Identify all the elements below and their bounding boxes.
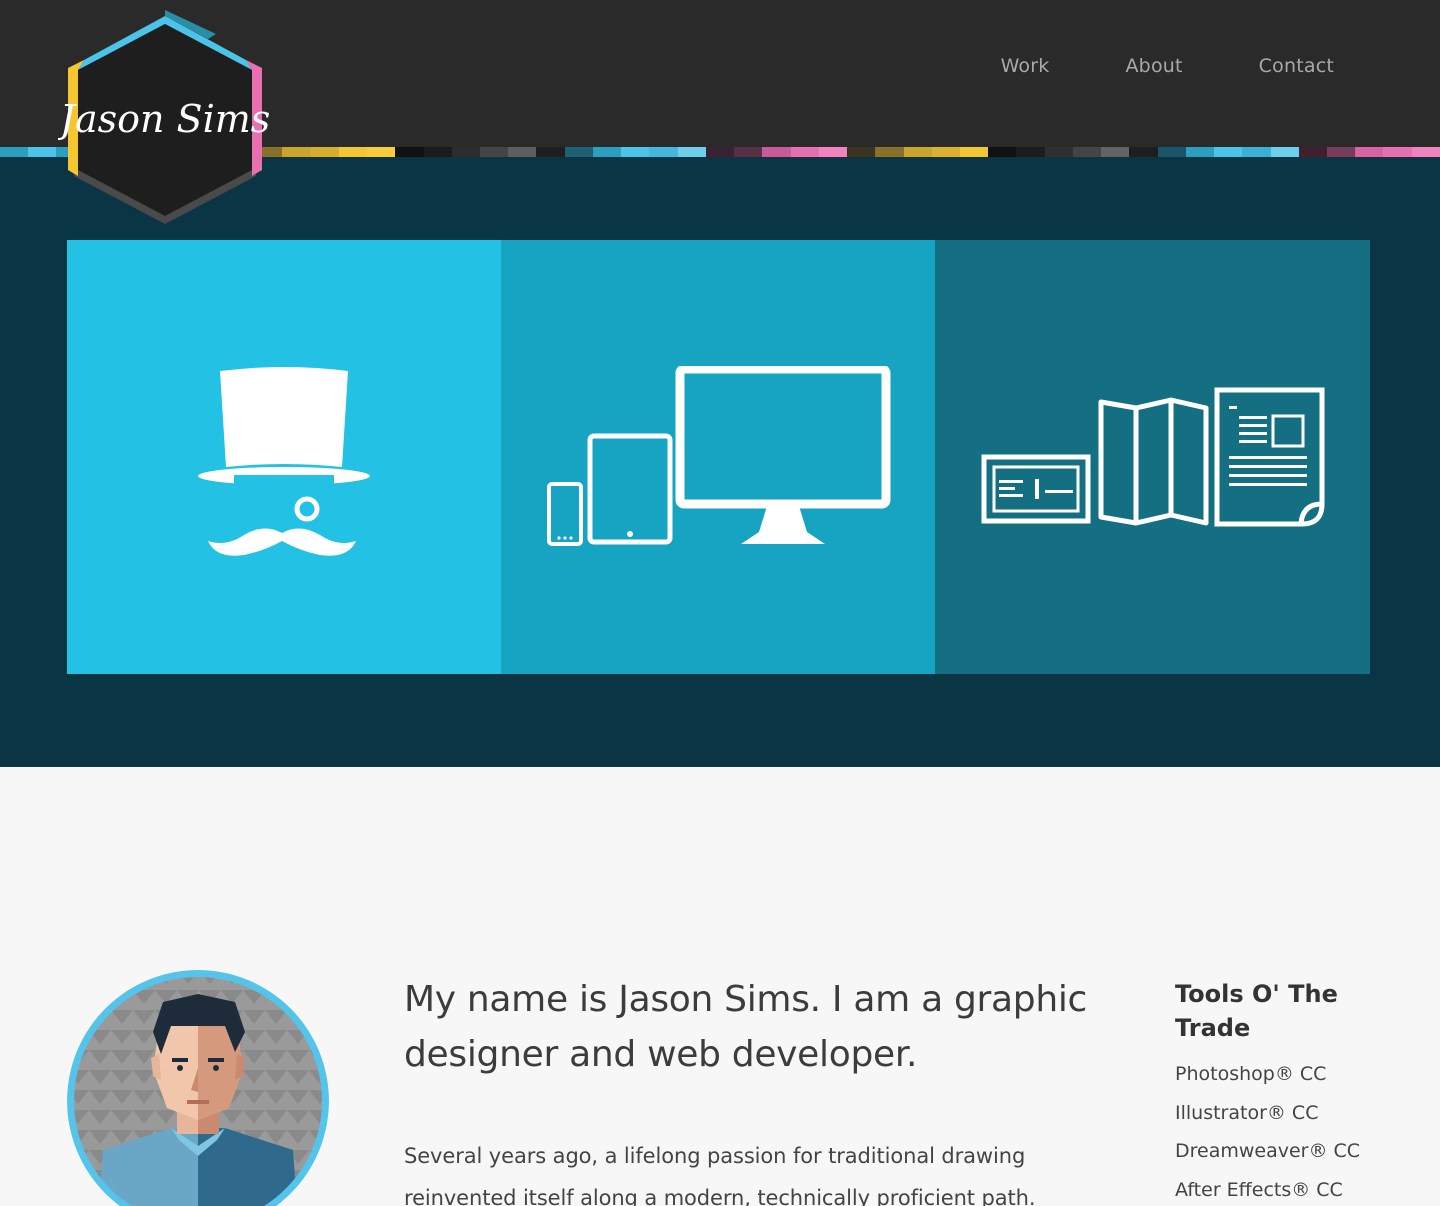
stripe-segment	[451, 147, 480, 157]
about-headline: My name is Jason Sims. I am a graphic de…	[404, 979, 1088, 1075]
tool-item: After Effects® CC	[1175, 1178, 1343, 1201]
stripe-segment	[734, 147, 763, 157]
stripe-segment	[988, 147, 1017, 157]
logo-text: Jason Sims	[58, 97, 270, 141]
nav-work-link[interactable]: Work	[1001, 55, 1050, 77]
tool-item: Illustrator® CC	[1175, 1101, 1319, 1124]
stripe-segment	[677, 147, 706, 157]
stripe-segment	[1185, 147, 1215, 157]
stripe-segment	[1044, 147, 1073, 157]
print-collateral-icon	[981, 387, 1324, 527]
main-nav: Work About Contact	[925, 55, 1334, 77]
service-panel-identity[interactable]	[67, 240, 501, 674]
stripe-segment	[1214, 147, 1243, 157]
stripe-segment	[564, 147, 593, 157]
responsive-devices-icon	[547, 366, 891, 546]
stripe-segment	[1383, 147, 1412, 157]
stripe-segment	[621, 147, 650, 157]
stripe-segment	[310, 147, 339, 157]
stripe-segment	[592, 147, 622, 157]
stripe-segment	[536, 147, 565, 157]
about-section: My name is Jason Sims. I am a graphic de…	[0, 767, 1440, 1206]
logo-link[interactable]: Jason Sims	[53, 10, 272, 232]
stripe-segment	[875, 147, 904, 157]
stripe-segment	[508, 147, 537, 157]
stripe-segment	[818, 147, 848, 157]
jason-sims-hexagon-logo: Jason Sims	[53, 10, 270, 224]
stripe-segment	[903, 147, 932, 157]
stripe-segment	[1157, 147, 1186, 157]
stripe-segment	[1270, 147, 1299, 157]
top-hat-monocle-mustache-icon	[198, 367, 370, 556]
stripe-segment	[1298, 147, 1328, 157]
service-panels	[67, 240, 1370, 674]
stripe-segment	[1129, 147, 1158, 157]
stripe-segment	[790, 147, 819, 157]
service-panel-web[interactable]	[501, 240, 935, 674]
stripe-segment	[649, 147, 678, 157]
nav-about-link[interactable]: About	[1125, 55, 1182, 77]
about-bio: Several years ago, a lifelong passion fo…	[404, 1144, 1036, 1206]
nav-contact-link[interactable]: Contact	[1259, 55, 1334, 77]
stripe-segment	[847, 147, 876, 157]
hero-section	[0, 157, 1440, 767]
stripe-segment	[1101, 147, 1130, 157]
service-panel-print[interactable]	[935, 240, 1370, 674]
portrait-illustration	[67, 970, 329, 1206]
stripe-segment	[1411, 147, 1440, 157]
stripe-segment	[367, 147, 396, 157]
tool-item: Dreamweaver® CC	[1175, 1140, 1361, 1162]
stripe-segment	[705, 147, 735, 157]
stripe-segment	[1072, 147, 1102, 157]
stripe-segment	[28, 147, 57, 157]
stripe-segment	[1242, 147, 1271, 157]
stripe-segment	[479, 147, 509, 157]
stripe-segment	[338, 147, 368, 157]
stripe-segment	[395, 147, 424, 157]
stripe-segment	[1355, 147, 1384, 157]
avatar	[67, 970, 329, 1206]
stripe-segment	[1016, 147, 1045, 157]
tools-sidebar: Tools O' The Trade Photoshop® CC Illustr…	[1175, 977, 1405, 1206]
stripe-segment	[0, 147, 29, 157]
tools-list: Photoshop® CC Illustrator® CC Dreamweave…	[1175, 1055, 1405, 1206]
tool-item: Photoshop® CC	[1175, 1063, 1327, 1085]
tools-title: Tools O' The Trade	[1175, 980, 1338, 1042]
stripe-segment	[959, 147, 989, 157]
stripe-segment	[1327, 147, 1356, 157]
stripe-segment	[931, 147, 960, 157]
stripe-segment	[282, 147, 311, 157]
stripe-segment	[762, 147, 791, 157]
stripe-segment	[423, 147, 452, 157]
